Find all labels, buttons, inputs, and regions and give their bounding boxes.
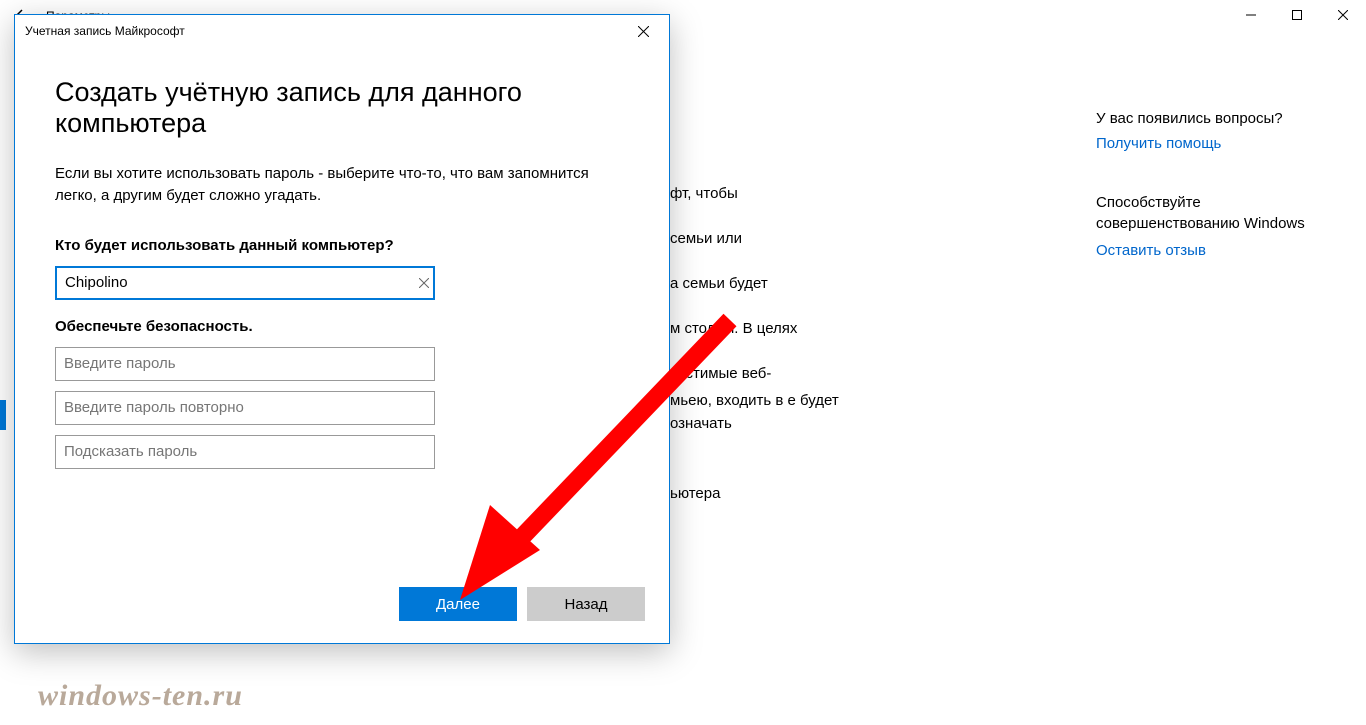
bg-text-fragment-3: ьютера bbox=[670, 485, 720, 502]
dialog-title: Учетная запись Майкрософт bbox=[25, 24, 185, 38]
dialog-close-button[interactable] bbox=[621, 16, 665, 46]
username-input[interactable] bbox=[55, 266, 435, 300]
get-help-link[interactable]: Получить помощь bbox=[1096, 135, 1346, 152]
maximize-button[interactable] bbox=[1274, 0, 1320, 30]
password-confirm-input[interactable]: Введите пароль повторно bbox=[55, 391, 435, 425]
close-button[interactable] bbox=[1320, 0, 1366, 30]
feedback-link[interactable]: Оставить отзыв bbox=[1096, 242, 1346, 259]
password-input[interactable]: Введите пароль bbox=[55, 347, 435, 381]
minimize-button[interactable] bbox=[1228, 0, 1274, 30]
create-account-dialog: Учетная запись Майкрософт Создать учётну… bbox=[14, 14, 670, 644]
bg-text-fragment-2: мьею, входить в е будет означать bbox=[670, 390, 870, 435]
dialog-heading: Создать учётную запись для данного компь… bbox=[55, 77, 629, 139]
next-button[interactable]: Далее bbox=[399, 587, 517, 621]
clear-input-icon[interactable] bbox=[419, 275, 429, 291]
window-controls bbox=[1228, 0, 1366, 30]
sidebar-active-marker bbox=[0, 400, 6, 430]
settings-right-pane: У вас появились вопросы? Получить помощь… bbox=[1096, 110, 1346, 299]
dialog-intro: Если вы хотите использовать пароль - выб… bbox=[55, 163, 595, 207]
dialog-titlebar: Учетная запись Майкрософт bbox=[15, 15, 669, 47]
improve-label: Способствуйте совершенствованию Windows bbox=[1096, 192, 1346, 234]
password-hint-input[interactable]: Подсказать пароль bbox=[55, 435, 435, 469]
username-label: Кто будет использовать данный компьютер? bbox=[55, 237, 629, 254]
watermark: windows-ten.ru bbox=[38, 679, 243, 713]
back-button[interactable]: Назад bbox=[527, 587, 645, 621]
questions-label: У вас появились вопросы? bbox=[1096, 110, 1346, 127]
bg-text-fragment-1: фт, чтобы семьи или а семьи будет м стол… bbox=[670, 160, 870, 408]
security-label: Обеспечьте безопасность. bbox=[55, 318, 629, 335]
